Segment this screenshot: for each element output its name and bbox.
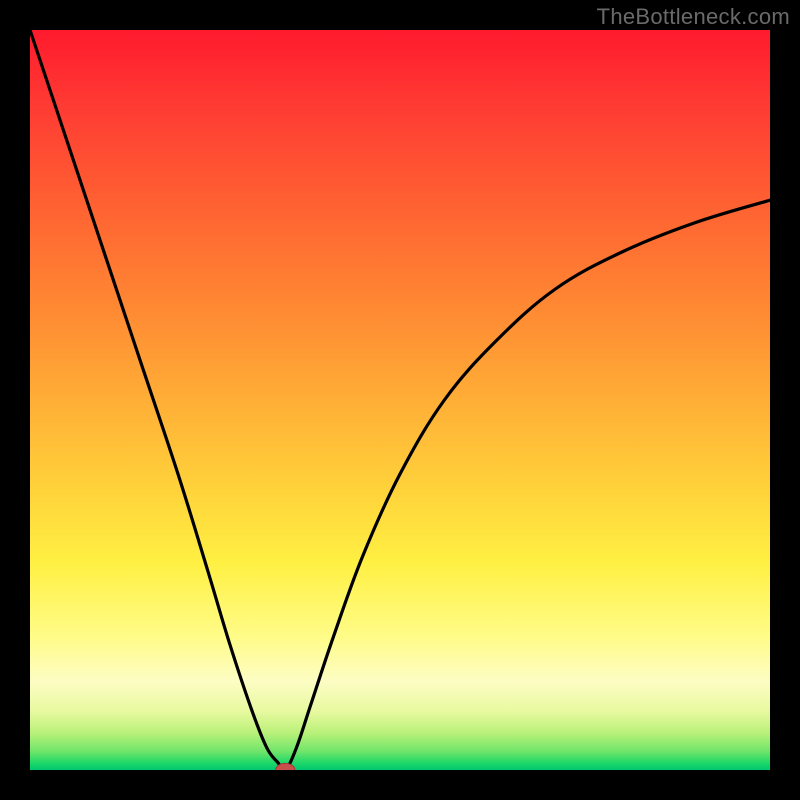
chart-frame: TheBottleneck.com xyxy=(0,0,800,800)
curve-layer xyxy=(30,30,770,770)
bottleneck-curve xyxy=(30,30,770,770)
plot-area xyxy=(30,30,770,770)
watermark-text: TheBottleneck.com xyxy=(597,4,790,30)
